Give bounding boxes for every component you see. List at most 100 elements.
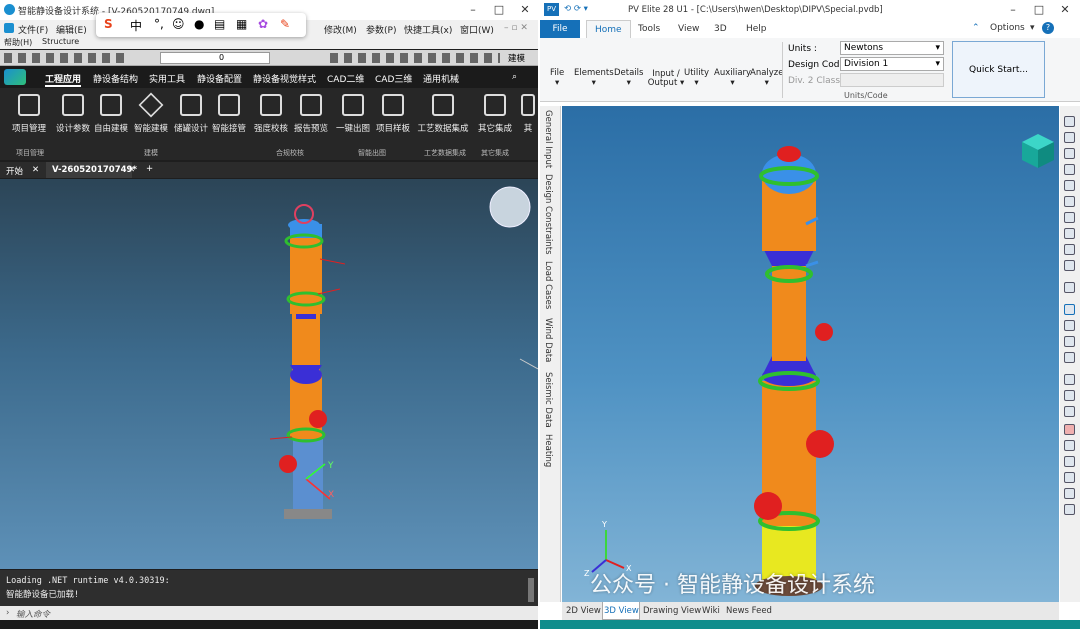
tab-equipment-structure[interactable]: 静设备结构 [93, 72, 138, 85]
punct-icon[interactable]: °, [154, 17, 164, 31]
measure-icon[interactable] [1064, 406, 1075, 417]
pv-3d-viewport[interactable]: Y X Z [562, 106, 1059, 602]
wire-icon[interactable] [1064, 472, 1075, 483]
view-right-icon[interactable] [1064, 164, 1075, 175]
tab-drawing-view[interactable]: Drawing View [643, 606, 701, 616]
layer-select[interactable]: 0 [160, 52, 270, 64]
pv-collapse-icon[interactable]: ⌃ [972, 23, 980, 33]
zoom-icon[interactable] [1064, 282, 1075, 293]
view-bottom-icon[interactable] [1064, 196, 1075, 207]
input-output-command[interactable]: Input / Output ▾ [646, 70, 686, 88]
design-code-select[interactable]: Division 1 ▾ [840, 57, 944, 71]
pv-maximize-icon[interactable]: □ [1026, 0, 1052, 20]
close-tab-icon[interactable]: ✕ [32, 165, 39, 175]
tab-heating[interactable]: Heating [543, 434, 553, 467]
tab-wiki[interactable]: Wiki [702, 606, 720, 616]
tab-tools[interactable]: Tools [630, 20, 668, 38]
view-iso1-icon[interactable] [1064, 212, 1075, 223]
pv-qat-icons[interactable]: ⟲ ⟳ ▾ [564, 4, 588, 14]
tab-utilities[interactable]: 实用工具 [149, 72, 185, 85]
ime-mode-label[interactable]: 中 [130, 17, 142, 34]
menu-window[interactable]: 窗口(W) [460, 23, 494, 36]
file-tab[interactable]: File [540, 20, 580, 38]
new-tab-icon[interactable]: + [146, 164, 153, 174]
view-front-icon[interactable] [1064, 116, 1075, 127]
options-menu[interactable]: Options [990, 23, 1025, 33]
menu-params[interactable]: 参数(P) [366, 23, 396, 36]
options-dropdown-icon[interactable]: ▾ [1030, 23, 1035, 33]
grid-icon[interactable]: ▦ [236, 17, 247, 31]
shade-icon[interactable] [1064, 504, 1075, 515]
free-model-button[interactable]: 自由建模 [90, 92, 132, 134]
ime-toolbar[interactable]: S 中 °, ☺ ● ▤ ▦ ✿ ✎ [96, 13, 306, 37]
tab-load-cases[interactable]: Load Cases [543, 261, 553, 309]
smart-nozzle-button[interactable]: 智能接管 [208, 92, 250, 134]
mic-icon[interactable]: ● [194, 17, 204, 31]
view-iso3-icon[interactable] [1064, 244, 1075, 255]
pv-close-icon[interactable]: ✕ [1052, 0, 1078, 20]
keyboard-icon[interactable]: ▤ [214, 17, 225, 31]
app-menu-icon[interactable] [4, 69, 26, 85]
pan-icon[interactable] [1064, 320, 1075, 331]
details-command[interactable]: Details ▾ [614, 68, 643, 88]
quick-start-button[interactable]: Quick Start... [952, 41, 1045, 98]
sogou-icon[interactable]: S [104, 17, 113, 31]
menu-doc-controls[interactable]: – ▫ ✕ [504, 23, 528, 33]
tab-help[interactable]: Help [738, 20, 775, 38]
report-preview-button[interactable]: 报告预览 [290, 92, 332, 134]
section-icon[interactable] [1064, 440, 1075, 451]
project-manage-button[interactable]: 项目管理 [8, 92, 50, 134]
tab-seismic-data[interactable]: Seismic Data [543, 372, 553, 428]
minimize-icon[interactable]: – [460, 0, 486, 20]
rotate-icon[interactable] [1064, 304, 1075, 315]
view-iso4-icon[interactable] [1064, 260, 1075, 271]
tab-2d-view[interactable]: 2D View [566, 606, 601, 616]
skin-icon[interactable]: ✿ [258, 17, 268, 31]
tab-project-apps[interactable]: 工程应用 [45, 72, 82, 87]
tab-cad-3d[interactable]: CAD三维 [375, 72, 412, 85]
menu-help[interactable]: 帮助(H) [4, 37, 32, 48]
utility-command[interactable]: Utility ▾ [684, 68, 709, 88]
walk-icon[interactable] [1064, 336, 1075, 347]
help-icon[interactable]: ? [1042, 22, 1054, 34]
tab-drawing[interactable]: V-260520170749* [52, 165, 137, 175]
pv-minimize-icon[interactable]: – [1000, 0, 1026, 20]
tab-view[interactable]: View [670, 20, 707, 38]
qat-icons[interactable] [4, 53, 124, 63]
command-line[interactable]: › 输入命令 [0, 606, 538, 620]
auxiliary-command[interactable]: Auxiliary ▾ [714, 68, 751, 88]
console-scrollbar[interactable] [528, 578, 534, 602]
search-icon[interactable]: ⌕ [512, 72, 517, 82]
tools-icon[interactable]: ✎ [280, 17, 290, 31]
tab-news-feed[interactable]: News Feed [726, 606, 772, 616]
other-more-button[interactable]: 其 [518, 92, 538, 134]
smart-model-button[interactable]: 智能建模 [130, 92, 172, 134]
maximize-icon[interactable]: □ [486, 0, 512, 20]
emoji-icon[interactable]: ☺ [172, 17, 185, 31]
one-click-drawing-button[interactable]: 一键出图 [332, 92, 374, 134]
other-integration-button[interactable]: 其它集成 [474, 92, 516, 134]
clip-icon[interactable] [1064, 424, 1075, 435]
process-data-button[interactable]: 工艺数据集成 [416, 92, 470, 134]
view-left-icon[interactable] [1064, 148, 1075, 159]
tab-3d[interactable]: 3D [706, 20, 735, 38]
tab-cad-2d[interactable]: CAD二维 [327, 72, 364, 85]
elements-command[interactable]: Elements ▾ [574, 68, 614, 88]
view-back-icon[interactable] [1064, 132, 1075, 143]
pointer-icon[interactable] [1064, 390, 1075, 401]
tab-home[interactable]: Home [586, 20, 631, 38]
tab-equipment-config[interactable]: 静设备配置 [197, 72, 242, 85]
tab-general-machinery[interactable]: 通用机械 [423, 72, 459, 85]
select-icon[interactable] [1064, 374, 1075, 385]
close-tab-icon[interactable]: ✕ [128, 165, 135, 175]
qat-icons-right[interactable] [330, 53, 500, 63]
render-icon[interactable] [1064, 456, 1075, 467]
file-command[interactable]: File ▾ [550, 68, 564, 88]
menu-quicktools[interactable]: 快捷工具(x) [404, 23, 452, 36]
menu-file[interactable]: 文件(F) [18, 23, 48, 36]
tab-3d-view[interactable]: 3D View [604, 606, 639, 616]
menu-edit[interactable]: 编辑(E) [56, 23, 87, 36]
hide-icon[interactable] [1064, 488, 1075, 499]
strength-check-button[interactable]: 强度校核 [250, 92, 292, 134]
tab-general-input[interactable]: General Input [543, 110, 553, 168]
